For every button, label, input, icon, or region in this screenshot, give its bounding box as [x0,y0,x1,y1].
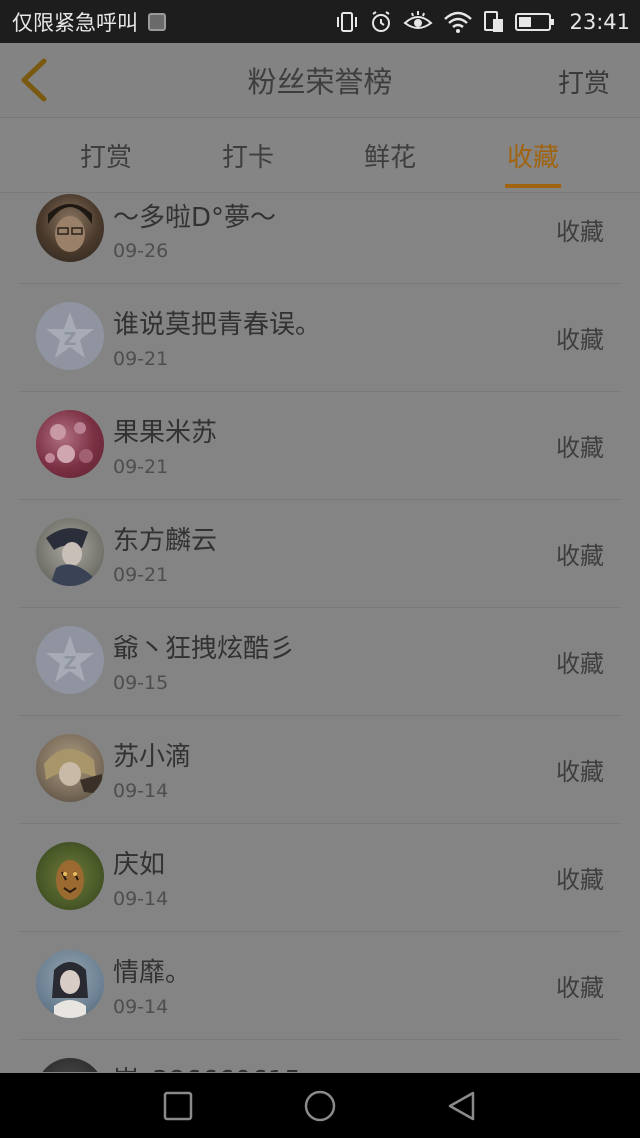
avatar [36,842,104,910]
list-item[interactable]: Z 爺丶狂拽炫酷彡 09-15 收藏 [0,608,640,716]
list-item[interactable]: 庆如 09-14 收藏 [0,824,640,932]
list-item[interactable]: 情靡。 09-14 收藏 [0,932,640,1040]
date: 09-14 [113,888,169,910]
alarm-icon [372,10,391,32]
status-left: 仅限紧急呼叫 [12,7,166,37]
circle-icon [304,1090,336,1122]
avatar [36,950,104,1018]
username: ～多啦D°夢～ [113,203,277,233]
date: 09-14 [113,780,169,802]
wifi-icon [444,11,473,33]
list-item[interactable]: ～多啦D°夢～ 09-26 收藏 [0,194,640,284]
list-item[interactable]: Z 谁说莫把青春误。 09-21 收藏 [0,284,640,392]
date: 09-21 [113,456,169,478]
avatar [36,410,104,478]
status-time: 23:41 [569,9,630,34]
eye-icon [403,10,434,29]
username: 崽_386660615 [113,1060,301,1072]
svg-text:Z: Z [63,329,76,350]
tab-checkin[interactable]: 打卡 [198,118,298,193]
action-label: 收藏 [556,542,604,570]
action-label: 收藏 [556,326,604,354]
chevron-left-icon [21,58,47,102]
tab-bar: 打赏 打卡 鲜花 收藏 [0,118,640,193]
avatar: Z [36,626,104,694]
tab-reward[interactable]: 打赏 [56,118,156,193]
home-button[interactable] [303,1089,337,1123]
username: 苏小滴 [113,742,192,772]
back-button[interactable] [14,57,54,103]
avatar [36,1058,104,1072]
avatar [36,518,104,586]
system-nav-bar [0,1073,640,1138]
vibrate-icon [337,11,358,32]
svg-text:Z: Z [63,653,76,674]
list-item[interactable]: 苏小滴 09-14 收藏 [0,716,640,824]
avatar [36,194,104,262]
action-label: 收藏 [556,758,604,786]
reward-button[interactable]: 打赏 [558,63,610,100]
status-bar: 仅限紧急呼叫 23:41 [0,0,640,43]
triangle-back-icon [448,1091,475,1121]
action-label: 收藏 [556,434,604,462]
carrier-text: 仅限紧急呼叫 [12,10,138,35]
list-item[interactable]: 果果米苏 09-21 收藏 [0,392,640,500]
avatar [36,734,104,802]
tab-flowers[interactable]: 鲜花 [340,118,440,193]
action-label: 收藏 [556,866,604,894]
username: 谁说莫把青春误。 [113,310,322,340]
notification-image-icon [148,12,166,31]
date: 09-26 [113,240,169,262]
list-item[interactable]: 崽_386660615 [0,1040,640,1072]
tab-favorites[interactable]: 收藏 [483,118,583,193]
status-right: 23:41 [335,10,630,34]
square-icon [163,1091,193,1121]
action-label: 收藏 [556,650,604,678]
date: 09-21 [113,348,169,370]
username: 果果米苏 [113,418,218,448]
sim-icon [484,10,504,32]
date: 09-14 [113,996,169,1018]
fan-list: ～多啦D°夢～ 09-26 收藏 Z 谁说莫把青春误。 09-21 收藏 果果米… [0,194,640,1072]
back-nav-button[interactable] [445,1089,479,1123]
date: 09-21 [113,564,169,586]
page-title: 粉丝荣誉榜 [247,65,393,99]
action-label: 收藏 [556,974,604,1002]
username: 东方麟云 [113,526,218,556]
list-item[interactable]: 东方麟云 09-21 收藏 [0,500,640,608]
action-label: 收藏 [556,218,604,246]
date: 09-15 [113,672,169,694]
top-app-bar: 粉丝荣誉榜 打赏 [0,43,640,118]
recents-button[interactable] [161,1089,195,1123]
battery-icon [515,12,555,31]
username: 庆如 [113,850,166,880]
username: 情靡。 [113,958,192,988]
avatar: Z [36,302,104,370]
username: 爺丶狂拽炫酷彡 [113,634,296,664]
